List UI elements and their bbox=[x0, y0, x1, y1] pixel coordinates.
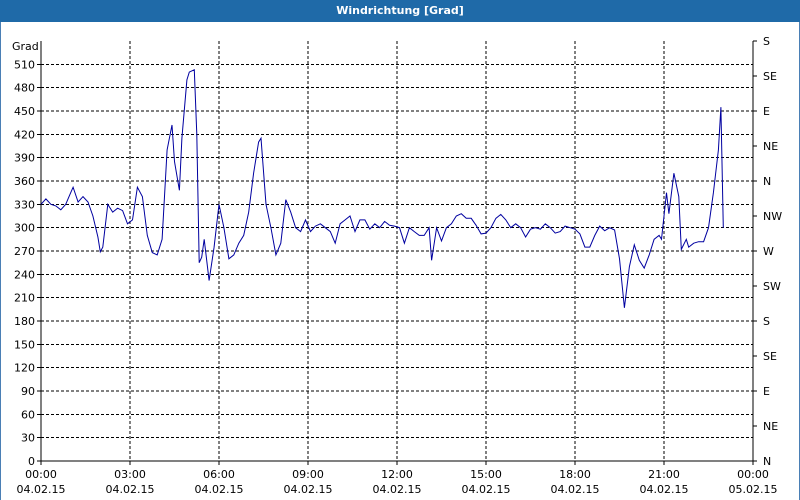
y-tick-label: 240 bbox=[14, 268, 35, 281]
y2-tick-label: N bbox=[763, 455, 771, 468]
y-tick-label: 420 bbox=[14, 128, 35, 141]
y-tick-label: 150 bbox=[14, 338, 35, 351]
y-tick-label: 510 bbox=[14, 58, 35, 71]
y2-tick-label: E bbox=[763, 105, 770, 118]
x-tick-time: 03:00 bbox=[114, 468, 146, 481]
y-tick-label: 360 bbox=[14, 175, 35, 188]
y-tick-label: 270 bbox=[14, 245, 35, 258]
y2-tick-label: SE bbox=[763, 70, 777, 83]
y-tick-label: 330 bbox=[14, 198, 35, 211]
y2-tick-label: W bbox=[763, 245, 774, 258]
y2-tick-label: SE bbox=[763, 350, 777, 363]
x-tick-time: 15:00 bbox=[470, 468, 502, 481]
x-tick-time: 12:00 bbox=[381, 468, 413, 481]
y-tick-label: 60 bbox=[21, 408, 35, 421]
x-tick-time: 21:00 bbox=[648, 468, 680, 481]
chart-grid bbox=[41, 41, 753, 461]
y-tick-label: 180 bbox=[14, 315, 35, 328]
y2-tick-label: S bbox=[763, 35, 770, 48]
x-tick-time: 18:00 bbox=[559, 468, 591, 481]
y2-tick-label: S bbox=[763, 315, 770, 328]
wind-direction-chart: 0 30 60 90 120 150 180 210 240 270 300 330 360 390 420… bbox=[12, 35, 782, 496]
y-axis-tick-labels: 0 30 60 90 120 150 180 210 240 270 300 330 360 390 420… bbox=[14, 58, 35, 468]
x-tick-date: 04.02.15 bbox=[373, 483, 422, 496]
x-tick-date: 04.02.15 bbox=[195, 483, 244, 496]
y2-tick-label: NE bbox=[763, 420, 778, 433]
y-tick-label: 390 bbox=[14, 152, 35, 165]
window-title: Windrichtung [Grad] bbox=[0, 0, 800, 22]
x-tick-date: 04.02.15 bbox=[106, 483, 155, 496]
y-tick-label: 300 bbox=[14, 222, 35, 235]
chart-series bbox=[40, 69, 724, 308]
x-tick-date: 05.02.15 bbox=[729, 483, 778, 496]
series-line bbox=[40, 69, 724, 308]
x-tick-time: 00:00 bbox=[25, 468, 57, 481]
x-tick-time: 00:00 bbox=[737, 468, 769, 481]
y-tick-label: 0 bbox=[28, 455, 35, 468]
x-tick-date: 04.02.15 bbox=[551, 483, 600, 496]
x-tick-date: 04.02.15 bbox=[284, 483, 333, 496]
y2-tick-label: SW bbox=[763, 280, 781, 293]
y-tick-label: 30 bbox=[21, 432, 35, 445]
x-tick-date: 04.02.15 bbox=[462, 483, 511, 496]
y-tick-label: 450 bbox=[14, 105, 35, 118]
y2-tick-label: NE bbox=[763, 140, 778, 153]
x-tick-time: 06:00 bbox=[203, 468, 235, 481]
y2-tick-label: E bbox=[763, 385, 770, 398]
x-tick-date: 04.02.15 bbox=[17, 483, 66, 496]
x-tick-time: 09:00 bbox=[292, 468, 324, 481]
y2-tick-label: NW bbox=[763, 210, 782, 223]
y-tick-label: 210 bbox=[14, 292, 35, 305]
y2-axis-tick-labels: N NE E SE S SW W NW N NE E SE S bbox=[763, 35, 782, 468]
y-tick-label: 90 bbox=[21, 385, 35, 398]
x-tick-date: 04.02.15 bbox=[640, 483, 689, 496]
y-tick-label: 480 bbox=[14, 82, 35, 95]
y-tick-label: 120 bbox=[14, 362, 35, 375]
y-axis-label: Grad bbox=[12, 40, 39, 53]
x-axis-tick-labels: 00:00 04.02.15 03:00 04.02.15 06:00 04.02.15 0… bbox=[17, 468, 778, 496]
y2-tick-label: N bbox=[763, 175, 771, 188]
